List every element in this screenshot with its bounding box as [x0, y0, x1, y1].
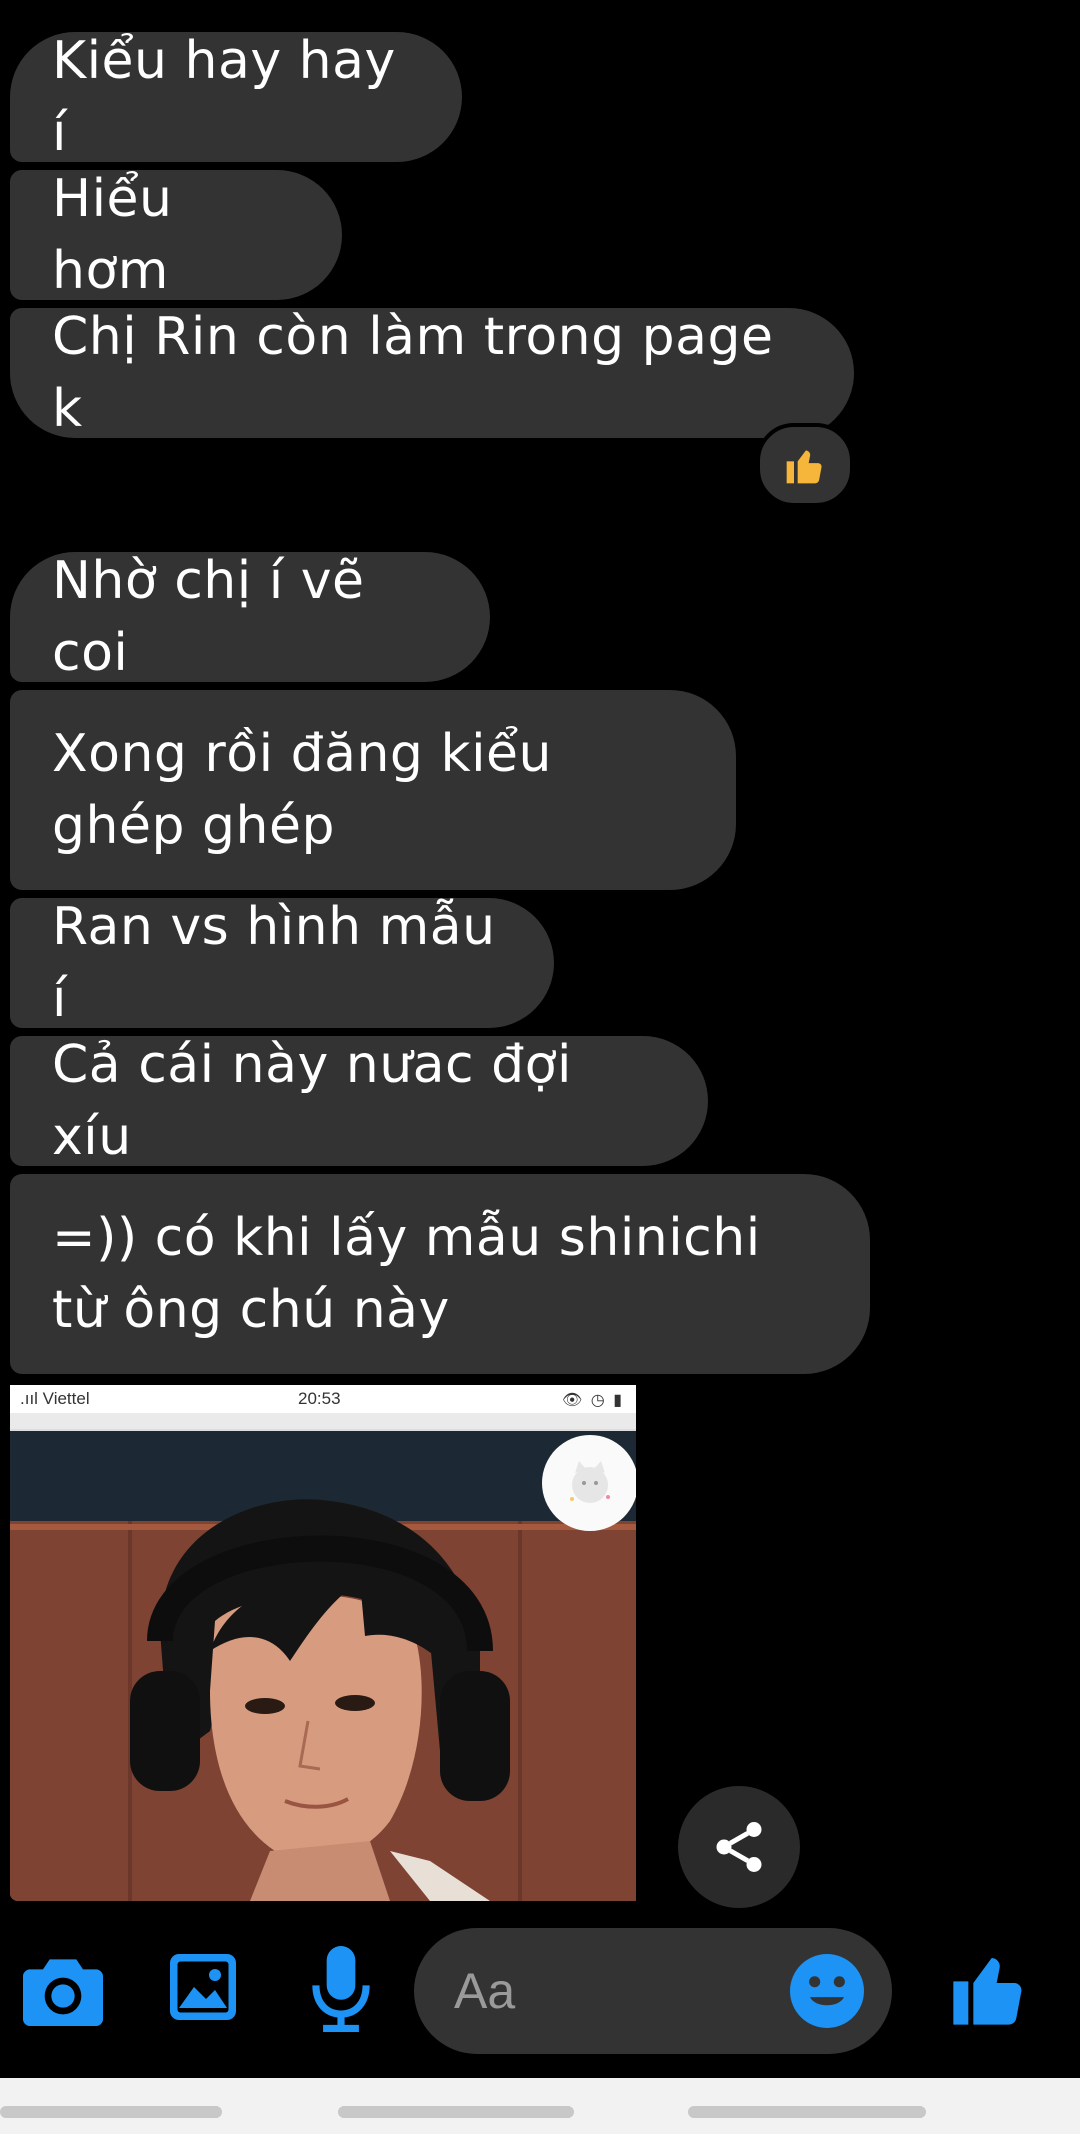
- chat-thread: Kiểu hay hay í Hiểu hơm Chị Rin còn làm …: [0, 0, 1080, 1908]
- image-carrier-text: .ııl Viettel: [20, 1389, 90, 1408]
- message-composer: Aa: [0, 1908, 1080, 2078]
- thumbs-up-reaction-icon: [786, 450, 822, 484]
- camera-icon: [23, 1959, 103, 2026]
- image-app-bar: [10, 1413, 636, 1431]
- image-icon: [170, 1954, 236, 2020]
- portrait-photo: [10, 1431, 636, 1901]
- image-status-bar: .ııl Viettel 20:53 👁 ◷ ▮: [10, 1385, 636, 1413]
- nav-home-handle[interactable]: [338, 2106, 574, 2118]
- reaction-badge[interactable]: [756, 423, 854, 507]
- message-text: Hiểu hơm: [52, 169, 173, 301]
- message-input[interactable]: Aa: [414, 1928, 892, 2054]
- smiley-icon: [790, 1954, 864, 2028]
- gallery-button[interactable]: [166, 1950, 240, 2024]
- message-bubble[interactable]: Hiểu hơm: [10, 169, 342, 301]
- message-text: Cả cái này nưac đợi xíu: [52, 1035, 572, 1167]
- share-button[interactable]: [678, 1786, 800, 1908]
- message-text: Ran vs hình mẫu í: [52, 897, 496, 1029]
- nav-recents-handle[interactable]: [688, 2106, 926, 2118]
- message-text: Xong rồi đăng kiểu ghép ghép: [52, 724, 552, 856]
- message-bubble[interactable]: Nhờ chị í vẽ coi: [10, 551, 490, 683]
- message-input-placeholder: Aa: [454, 1963, 516, 2019]
- cat-sticker-icon: [570, 1461, 610, 1503]
- message-text: =)) có khi lấy mẫu shinichi từ ông chú n…: [52, 1208, 761, 1340]
- message-bubble[interactable]: Xong rồi đăng kiểu ghép ghép: [10, 690, 736, 890]
- image-time-text: 20:53: [298, 1389, 341, 1408]
- nav-back-handle[interactable]: [0, 2106, 222, 2118]
- shared-image-attachment[interactable]: .ııl Viettel 20:53 👁 ◷ ▮: [10, 1385, 636, 1901]
- voice-button[interactable]: [306, 1944, 376, 2034]
- emoji-button[interactable]: [790, 1954, 864, 2028]
- like-button[interactable]: [948, 1946, 1032, 2030]
- message-bubble[interactable]: Ran vs hình mẫu í: [10, 897, 554, 1029]
- share-icon: [716, 1822, 762, 1872]
- sticker-badge: [542, 1435, 636, 1531]
- microphone-icon: [312, 1946, 370, 2032]
- system-navigation-bar: [0, 2078, 1080, 2134]
- message-bubble[interactable]: Chị Rin còn làm trong page k: [10, 307, 854, 439]
- camera-button[interactable]: [22, 1950, 104, 2032]
- message-text: Nhờ chị í vẽ coi: [52, 551, 365, 683]
- message-bubble[interactable]: Kiểu hay hay í: [10, 31, 462, 163]
- message-bubble[interactable]: =)) có khi lấy mẫu shinichi từ ông chú n…: [10, 1174, 870, 1374]
- portrait-illustration: [10, 1431, 636, 1901]
- message-text: Chị Rin còn làm trong page k: [52, 307, 774, 439]
- image-status-icons: 👁 ◷ ▮: [562, 1392, 624, 1409]
- thumbs-up-icon: [953, 1958, 1022, 2025]
- message-text: Kiểu hay hay í: [52, 31, 396, 163]
- message-bubble[interactable]: Cả cái này nưac đợi xíu: [10, 1035, 708, 1167]
